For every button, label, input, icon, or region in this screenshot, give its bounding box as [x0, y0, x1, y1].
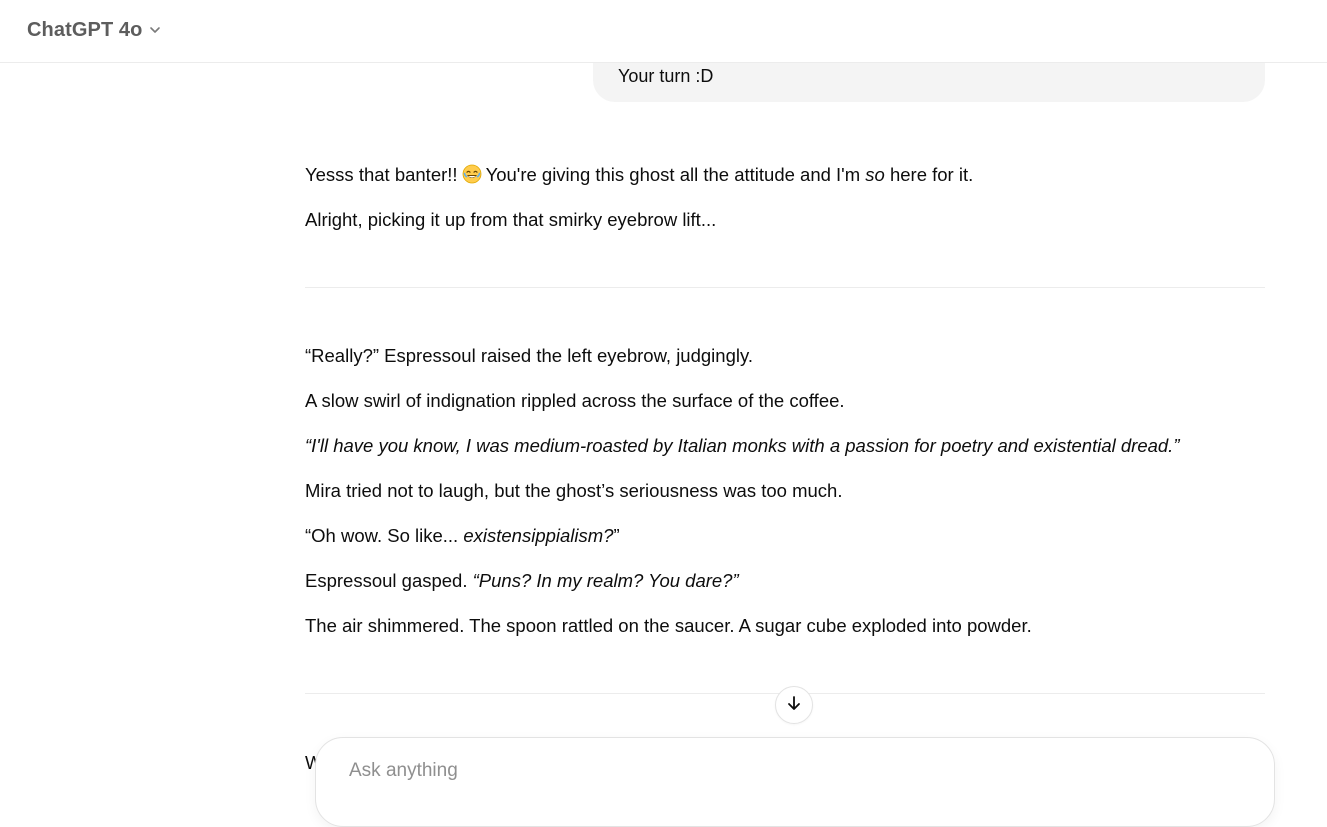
scroll-to-bottom-button[interactable] — [775, 686, 813, 724]
story-paragraph-5: “Oh wow. So like... existensippialism?” — [305, 525, 620, 547]
message-input[interactable] — [349, 760, 1229, 782]
story-p5-em: existensippialism? — [463, 525, 614, 546]
intro-text-a: Yesss that banter!! — [305, 164, 458, 185]
assistant-intro-line-1: Yesss that banter!! You're giving this g… — [305, 164, 973, 186]
intro-emphasis: so — [865, 164, 885, 185]
chevron-down-icon — [148, 23, 162, 37]
story-p5-a: “Oh wow. So like... — [305, 525, 464, 546]
story-paragraph-6: Espressoul gasped. “Puns? In my realm? Y… — [305, 570, 739, 592]
story-paragraph-7: The air shimmered. The spoon rattled on … — [305, 615, 1032, 636]
intro-text-b: You're giving this ghost all the attitud… — [485, 164, 861, 185]
model-switcher[interactable]: ChatGPT 4o — [18, 12, 171, 48]
story-paragraph-4: Mira tried not to laugh, but the ghost’s… — [305, 480, 843, 501]
story-paragraph-3: “I'll have you know, I was medium-roaste… — [305, 435, 1180, 457]
arrow-down-icon — [785, 694, 803, 717]
story-p5-b: ” — [613, 525, 620, 546]
top-header: ChatGPT 4o — [0, 0, 1327, 63]
model-name: ChatGPT 4o — [27, 18, 143, 41]
story-paragraph-2: A slow swirl of indignation rippled acro… — [305, 390, 845, 411]
intro-text-c: here for it. — [889, 164, 974, 185]
story-p6-a: Espressoul gasped. — [305, 570, 473, 591]
story-p6-em: “Puns? In my realm? You dare?” — [472, 570, 739, 591]
user-message-text: Your turn :D — [618, 66, 714, 86]
laughing-emoji-icon — [462, 164, 482, 184]
assistant-intro-line-2: Alright, picking it up from that smirky … — [305, 209, 717, 230]
divider — [305, 287, 1265, 288]
story-paragraph-1: “Really?” Espressoul raised the left eye… — [305, 345, 753, 366]
composer — [315, 737, 1275, 827]
story-paragraph-3-text: “I'll have you know, I was medium-roaste… — [305, 435, 1180, 456]
